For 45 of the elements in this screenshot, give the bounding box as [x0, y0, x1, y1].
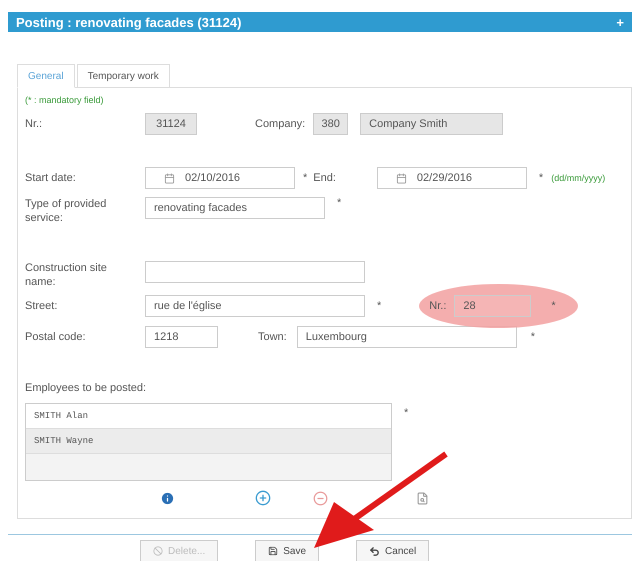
mandatory-note: (* : mandatory field) — [25, 95, 105, 107]
town-field[interactable]: Luxembourg — [296, 326, 517, 348]
add-icon[interactable] — [255, 490, 271, 506]
list-item[interactable]: SMITH Wayne — [26, 429, 391, 454]
field-label: End: — [313, 172, 336, 184]
field-label: Employees to be posted: — [25, 381, 146, 395]
field-label: Type of provided service: — [25, 197, 108, 225]
company-code-field: 380 — [313, 113, 348, 135]
info-icon[interactable] — [160, 490, 175, 506]
field-label: Nr.: — [429, 300, 446, 312]
date-field[interactable]: 02/10/2016 — [145, 167, 295, 189]
field-label: Street: — [25, 299, 58, 313]
window-title: Posting : renovating facades (31124) — [16, 14, 242, 30]
required-mark: * — [337, 197, 342, 209]
house-number-field[interactable]: 28 — [454, 295, 532, 317]
calendar-icon — [164, 172, 175, 184]
undo-icon — [369, 546, 380, 556]
field-label: Start date: — [25, 171, 77, 185]
number-field: 31124 — [145, 113, 197, 135]
required-mark: * — [404, 407, 408, 419]
postal-code-field[interactable]: 1218 — [145, 326, 218, 348]
calendar-icon — [396, 172, 407, 184]
field-label: Postal code: — [25, 330, 87, 344]
save-icon — [268, 546, 278, 556]
field-label: Nr.: — [25, 117, 44, 131]
site-name-field[interactable] — [145, 261, 365, 283]
tab[interactable]: Temporary work — [76, 64, 170, 88]
field-label: Construction site name: — [25, 261, 108, 289]
required-mark: * — [538, 172, 544, 184]
delete-icon — [153, 546, 163, 556]
remove-icon[interactable] — [313, 490, 328, 506]
date-field[interactable]: 02/29/2016 — [376, 167, 527, 189]
search-list-icon[interactable] — [416, 492, 429, 504]
required-mark: * — [530, 331, 536, 343]
required-mark: * — [377, 300, 382, 312]
date-format-hint: (dd/mm/yyyy) — [551, 173, 606, 183]
street-field[interactable]: rue de l'église — [145, 295, 365, 317]
field-label: Company: — [255, 118, 306, 130]
company-name-field: Company Smith — [360, 113, 504, 135]
field-label: Town: — [258, 331, 287, 343]
required-mark: * — [551, 300, 556, 312]
cancel-button[interactable]: Cancel — [356, 540, 430, 561]
required-mark: * — [303, 172, 308, 184]
save-button[interactable]: Save — [255, 540, 320, 561]
service-field[interactable]: renovating facades — [145, 197, 325, 219]
